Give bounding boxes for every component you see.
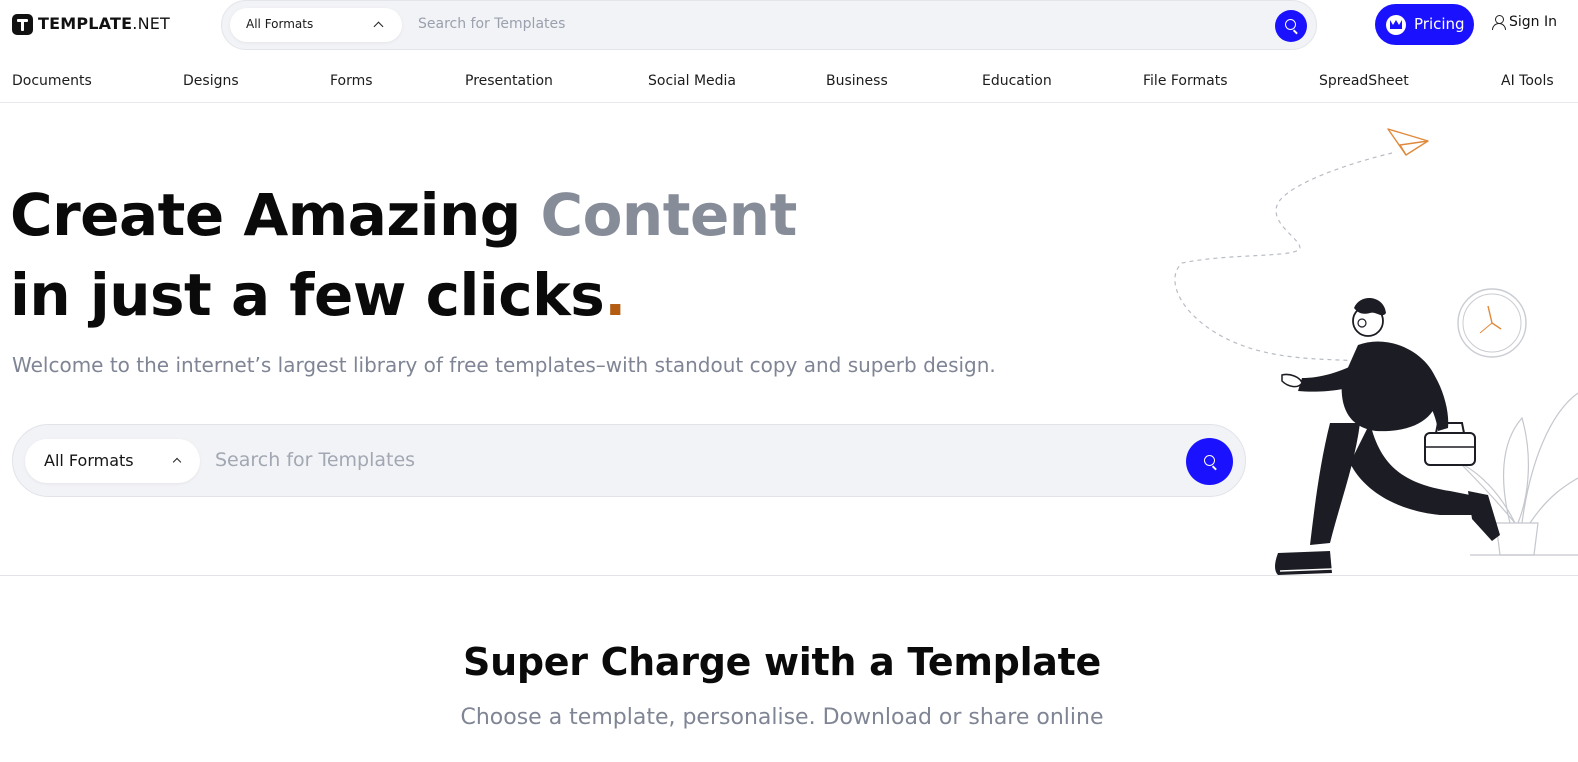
plant-icon [1459,392,1578,556]
header-format-dropdown[interactable]: All Formats [230,8,402,42]
chevron-up-icon [373,21,384,32]
headline-accent: Content [540,181,798,249]
hero-search-bar: All Formats Search for Templates [12,424,1246,497]
chevron-up-icon [172,457,182,467]
header-search-button[interactable] [1275,10,1307,42]
headline-dot: . [604,261,626,329]
hero-section: Create Amazing Content in just a few cli… [0,103,1578,576]
header-search-input[interactable]: Search for Templates [418,16,565,32]
header-format-label: All Formats [246,17,314,31]
hero-format-label: All Formats [44,451,134,470]
sign-in-label: Sign In [1509,14,1557,30]
walking-man-figure [1275,297,1500,575]
category-nav: Documents Designs Forms Presentation Soc… [0,60,1578,103]
nav-item-forms[interactable]: Forms [330,73,373,89]
wall-clock-icon [1457,288,1527,358]
nav-item-business[interactable]: Business [826,73,888,89]
pricing-button[interactable]: Pricing [1375,4,1474,45]
nav-item-presentation[interactable]: Presentation [465,73,553,89]
section-title: Super Charge with a Template [463,640,1101,684]
nav-item-file-formats[interactable]: File Formats [1143,73,1228,89]
hero-search-input[interactable]: Search for Templates [215,449,415,471]
nav-item-social-media[interactable]: Social Media [648,73,736,89]
sign-in-link[interactable]: Sign In [1492,14,1557,30]
hero-subheadline: Welcome to the internet’s largest librar… [12,353,996,377]
pricing-label: Pricing [1414,15,1465,33]
top-header: TEMPLATE.NET All Formats Search for Temp… [0,0,1578,50]
nav-item-spreadsheet[interactable]: SpreadSheet [1319,73,1409,89]
paper-plane-icon [1387,128,1429,156]
section-subtitle: Choose a template, personalise. Download… [460,705,1104,730]
headline-part1: Create Amazing [10,181,541,249]
nav-item-ai-tools[interactable]: AI Tools [1501,73,1554,89]
nav-item-documents[interactable]: Documents [12,73,92,89]
nav-item-designs[interactable]: Designs [183,73,239,89]
logo-text: TEMPLATE.NET [38,14,171,33]
header-search-bar: All Formats Search for Templates [221,0,1317,50]
hero-headline: Create Amazing Content in just a few cli… [10,175,797,335]
hero-format-dropdown[interactable]: All Formats [25,439,200,483]
user-icon [1492,14,1506,30]
template-net-logo[interactable]: TEMPLATE.NET [12,13,170,35]
logo-t-icon [12,13,33,35]
man-walking-with-briefcase-illustration [1174,128,1578,575]
headline-line2: in just a few clicks [10,261,605,329]
crown-icon [1386,15,1406,35]
nav-item-education[interactable]: Education [982,73,1052,89]
search-icon [1285,19,1296,30]
